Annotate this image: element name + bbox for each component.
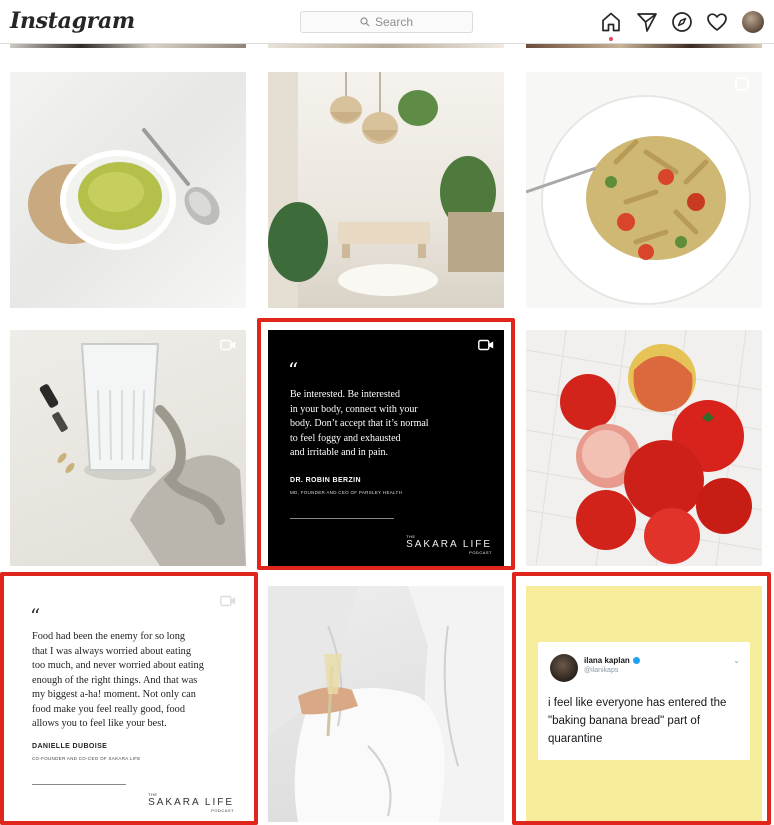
search-icon [360,17,370,27]
home-icon[interactable] [599,10,623,34]
quote-line: Food had been the enemy for so long [32,631,185,642]
explore-icon[interactable] [670,10,694,34]
chevron-down-icon: ⌄ [733,656,740,665]
post-thumbnail-quote-robin-berzin[interactable]: “ Be interested. Be interested in your b… [268,330,504,566]
partial-post-thumbnail[interactable] [526,44,762,48]
quote-author: DANIELLE DUBOISE [32,743,108,750]
direct-icon[interactable] [635,10,659,34]
top-nav-bar: Instagram Search [0,0,774,44]
quote-line: that I was always worried about eating [32,645,191,657]
brand-name: SAKARA LIFE [406,539,492,550]
tweet-author-name-text: ilana kaplan [584,656,630,665]
quote-line: too much, and never worried about eating [32,660,204,671]
quote-line: enough of the right things. And that was [32,674,198,686]
search-input[interactable]: Search [300,11,473,33]
living-room-photo [268,72,504,308]
brand-podcast: PODCAST [469,550,492,555]
search-placeholder: Search [374,15,414,29]
video-icon [220,339,236,351]
quote-line: and irritable and in pain. [290,447,389,458]
tweet-avatar [550,654,578,682]
partial-post-thumbnail[interactable] [10,44,246,48]
robe-champagne-photo [268,586,504,822]
partial-post-thumbnail[interactable] [268,44,504,48]
post-thumbnail-tweet[interactable]: ilana kaplan @ilanikaps ⌄ i feel like ev… [526,586,762,822]
tweet-handle: @ilanikaps [584,667,619,674]
podcast-brand: THE SAKARA LIFE PODCAST [406,534,492,555]
quote-text: Be interested. Be interested in your bod… [290,388,429,461]
post-thumbnail-pasta-plate[interactable] [526,72,762,308]
quote-line: in your body, connect with your [290,403,418,415]
tweet-author-name: ilana kaplan [584,656,640,665]
tomatoes-apple-photo [526,330,762,566]
profile-avatar[interactable] [742,11,764,33]
post-thumbnail-robe-champagne[interactable] [268,586,504,822]
divider [32,784,126,785]
quote-mark: “ [30,604,41,628]
pasta-plate-photo [526,77,751,305]
quote-author-role: CO-FOUNDER AND CO-CEO OF SAKARA LIFE [32,756,141,761]
brand-name: SAKARA LIFE [148,797,234,808]
brand-podcast: PODCAST [211,808,234,813]
quote-line: allows you to feel like your best. [32,718,167,729]
quote-mark: “ [288,358,299,382]
quote-line: Be interested. Be interested [290,389,400,400]
quote-line: body. Don’t accept that it’s normal [290,418,429,429]
quote-line: food make you feel really good, food [32,703,185,715]
post-thumbnail-avocado-dip[interactable] [10,72,246,308]
quote-text: Food had been the enemy for so long that… [32,630,204,732]
post-thumbnail-quote-danielle-duboise[interactable]: “ Food had been the enemy for so long th… [10,586,246,822]
video-icon [220,595,236,607]
post-thumbnail-living-room[interactable] [268,72,504,308]
verified-badge-icon [632,657,640,664]
water-glass-photo [39,343,246,566]
podcast-brand: THE SAKARA LIFE PODCAST [148,792,234,813]
activity-heart-icon[interactable] [705,10,729,34]
quote-author-role: MD, FOUNDER AND CEO OF PARSLEY HEALTH [290,490,403,495]
post-thumbnail-tomatoes-apple[interactable] [526,330,762,566]
divider [290,518,394,519]
tweet-card: ilana kaplan @ilanikaps ⌄ i feel like ev… [538,642,750,760]
instagram-logo[interactable]: Instagram [10,8,135,34]
video-icon [478,339,494,351]
home-active-dot [609,37,613,41]
quote-line: my biggest a-ha! moment. Not only can [32,689,196,700]
post-thumbnail-water-glass[interactable] [10,330,246,566]
avocado-dip-photo [28,128,220,250]
tweet-text: i feel like everyone has entered the "ba… [548,697,727,745]
quote-author: DR. ROBIN BERZIN [290,477,361,484]
quote-line: to feel foggy and exhausted [290,432,401,444]
